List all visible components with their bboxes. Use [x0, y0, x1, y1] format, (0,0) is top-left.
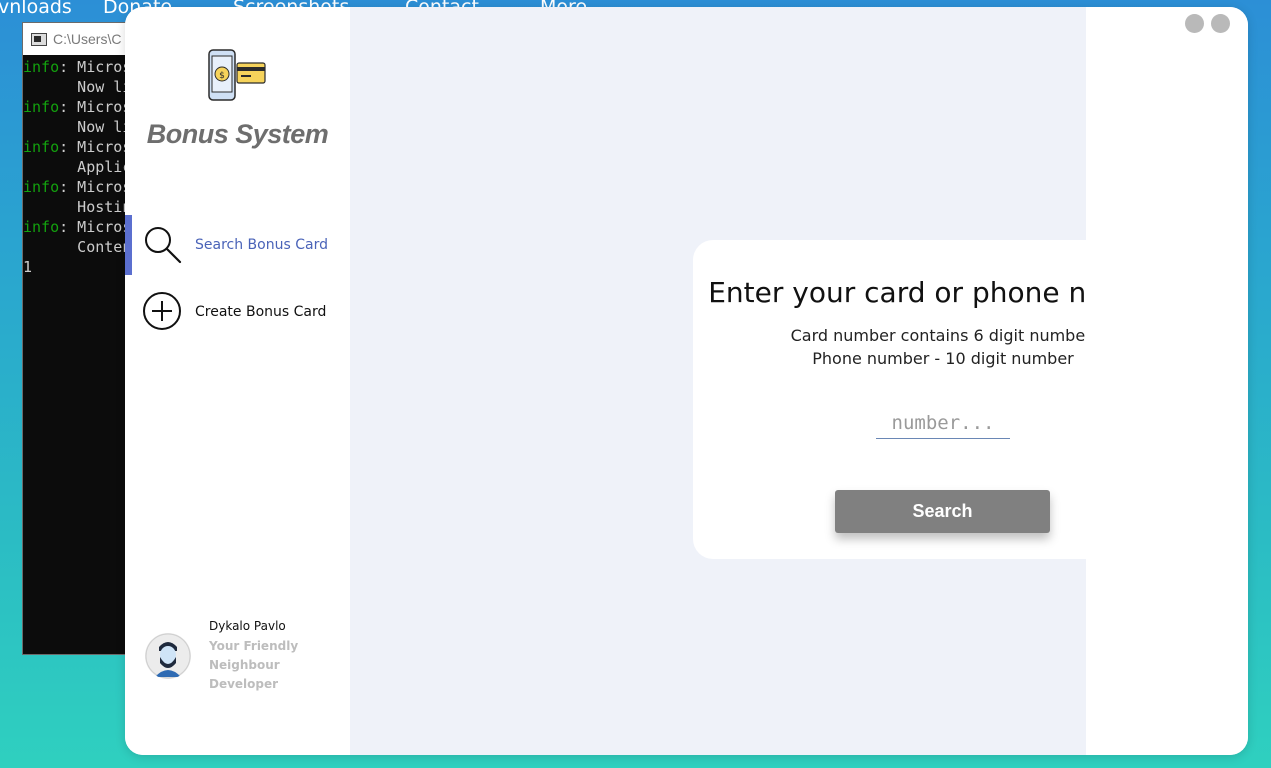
nav-label: Search Bonus Card — [195, 237, 328, 253]
app-window: $ Bonus System Search Bonus Card Create … — [125, 7, 1248, 755]
nav-label: Create Bonus Card — [195, 304, 327, 320]
console-line-text: : Micros — [59, 178, 132, 196]
search-icon — [145, 227, 182, 264]
avatar-illustration — [145, 633, 191, 679]
desktop-item-downloads[interactable]: vnloads — [0, 0, 72, 18]
console-line-text: : Micros — [59, 138, 132, 156]
console-line-prefix: info — [23, 218, 60, 236]
window-close-button[interactable] — [1211, 14, 1230, 33]
console-line-text: Now li — [23, 78, 132, 96]
author-info: Dykalo Pavlo Your Friendly Neighbour Dev… — [145, 619, 345, 709]
console-line-text: Hostin — [23, 198, 132, 216]
console-line-text: 1 — [23, 258, 33, 276]
nav-create-bonus-card[interactable]: Create Bonus Card — [125, 282, 350, 342]
plus-circle-icon — [143, 292, 181, 330]
author-name: Dykalo Pavlo — [209, 619, 286, 633]
console-line-text: Now li — [23, 118, 132, 136]
console-line-text: : Micros — [59, 58, 132, 76]
console-app-icon — [31, 32, 47, 46]
app-title: Bonus System — [146, 119, 329, 149]
console-title: C:\Users\C — [53, 31, 122, 47]
console-line-text: : Micros — [59, 98, 132, 116]
window-minimize-button[interactable] — [1185, 14, 1204, 33]
right-pane — [1086, 7, 1248, 755]
avatar — [145, 633, 191, 679]
search-button[interactable]: Search — [835, 490, 1050, 533]
main-content: Enter your card or phone number Card num… — [350, 7, 1193, 755]
console-line-prefix: info — [23, 178, 60, 196]
console-line-prefix: info — [23, 138, 60, 156]
svg-text:$: $ — [219, 71, 225, 81]
nav-search-bonus-card[interactable]: Search Bonus Card — [125, 215, 350, 275]
console-line-prefix: info — [23, 98, 60, 116]
phone-card-icon: $ — [208, 49, 266, 101]
console-line-text: Applic — [23, 158, 132, 176]
active-indicator — [125, 215, 132, 275]
number-input[interactable] — [876, 407, 1010, 439]
sidebar: $ Bonus System Search Bonus Card Create … — [125, 7, 350, 755]
author-tagline: Your Friendly Neighbour Developer — [209, 639, 299, 691]
console-line-text: Conten — [23, 238, 132, 256]
console-line-text: : Micros — [59, 218, 132, 236]
console-line-prefix: info — [23, 58, 60, 76]
